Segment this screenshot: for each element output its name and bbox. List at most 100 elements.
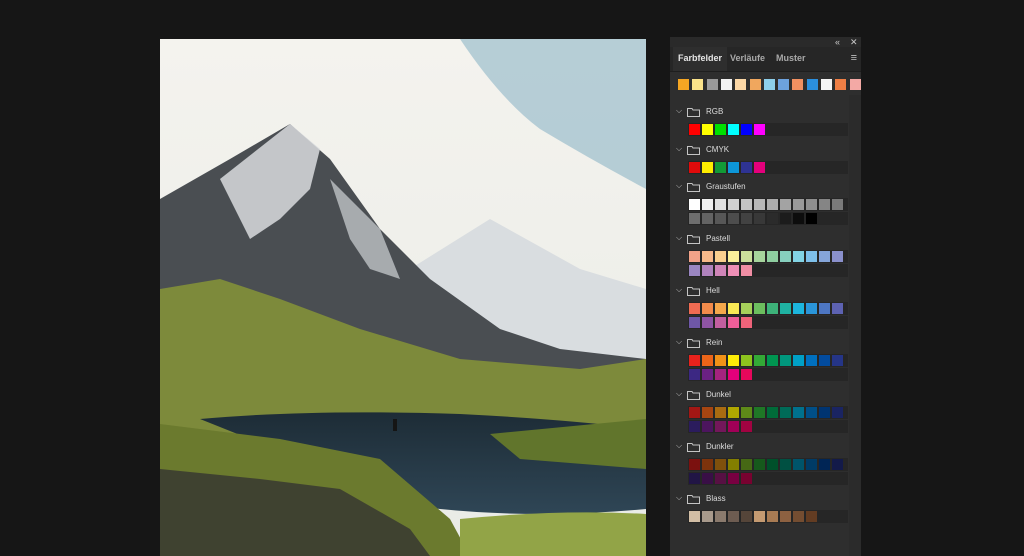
color-swatch[interactable] xyxy=(832,459,843,470)
color-swatch[interactable] xyxy=(689,162,700,173)
color-swatch[interactable] xyxy=(728,459,739,470)
color-swatch[interactable] xyxy=(793,407,804,418)
swatch-group-header[interactable]: ⌵ Hell xyxy=(670,284,861,300)
color-swatch[interactable] xyxy=(819,355,830,366)
swatch-group-header[interactable]: ⌵ Dunkel xyxy=(670,388,861,404)
color-swatch[interactable] xyxy=(702,199,713,210)
color-swatch[interactable] xyxy=(728,213,739,224)
color-swatch[interactable] xyxy=(728,199,739,210)
color-swatch[interactable] xyxy=(728,511,739,522)
color-swatch[interactable] xyxy=(689,199,700,210)
recent-swatch[interactable] xyxy=(706,79,718,90)
color-swatch[interactable] xyxy=(832,407,843,418)
chevron-down-icon[interactable]: ⌵ xyxy=(676,441,682,451)
panel-scrollbar[interactable] xyxy=(849,95,861,556)
color-swatch[interactable] xyxy=(754,407,765,418)
color-swatch[interactable] xyxy=(767,511,778,522)
color-swatch[interactable] xyxy=(715,317,726,328)
recent-swatch[interactable] xyxy=(749,79,761,90)
chevron-down-icon[interactable]: ⌵ xyxy=(676,106,682,116)
color-swatch[interactable] xyxy=(702,511,713,522)
color-swatch[interactable] xyxy=(767,213,778,224)
close-icon[interactable]: ✕ xyxy=(850,37,858,47)
document-canvas[interactable] xyxy=(160,39,646,556)
color-swatch[interactable] xyxy=(793,213,804,224)
color-swatch[interactable] xyxy=(702,213,713,224)
chevron-down-icon[interactable]: ⌵ xyxy=(676,337,682,347)
color-swatch[interactable] xyxy=(702,265,713,276)
color-swatch[interactable] xyxy=(715,459,726,470)
color-swatch[interactable] xyxy=(780,355,791,366)
color-swatch[interactable] xyxy=(806,511,817,522)
color-swatch[interactable] xyxy=(741,369,752,380)
color-swatch[interactable] xyxy=(689,124,700,135)
color-swatch[interactable] xyxy=(741,162,752,173)
color-swatch[interactable] xyxy=(728,421,739,432)
color-swatch[interactable] xyxy=(702,355,713,366)
color-swatch[interactable] xyxy=(793,355,804,366)
chevron-down-icon[interactable]: ⌵ xyxy=(676,181,682,191)
tab-muster[interactable]: Muster xyxy=(771,47,811,71)
color-swatch[interactable] xyxy=(767,199,778,210)
color-swatch[interactable] xyxy=(689,511,700,522)
color-swatch[interactable] xyxy=(806,199,817,210)
color-swatch[interactable] xyxy=(689,369,700,380)
swatch-group-header[interactable]: ⌵ CMYK xyxy=(670,143,861,159)
color-swatch[interactable] xyxy=(754,124,765,135)
color-swatch[interactable] xyxy=(702,317,713,328)
color-swatch[interactable] xyxy=(806,303,817,314)
color-swatch[interactable] xyxy=(754,303,765,314)
color-swatch[interactable] xyxy=(780,213,791,224)
color-swatch[interactable] xyxy=(689,459,700,470)
color-swatch[interactable] xyxy=(728,369,739,380)
color-swatch[interactable] xyxy=(767,459,778,470)
color-swatch[interactable] xyxy=(689,303,700,314)
color-swatch[interactable] xyxy=(780,199,791,210)
color-swatch[interactable] xyxy=(780,251,791,262)
color-swatch[interactable] xyxy=(715,213,726,224)
color-swatch[interactable] xyxy=(728,162,739,173)
color-swatch[interactable] xyxy=(689,213,700,224)
color-swatch[interactable] xyxy=(689,421,700,432)
color-swatch[interactable] xyxy=(715,162,726,173)
color-swatch[interactable] xyxy=(832,199,843,210)
color-swatch[interactable] xyxy=(741,213,752,224)
color-swatch[interactable] xyxy=(702,369,713,380)
color-swatch[interactable] xyxy=(715,355,726,366)
recent-swatch[interactable] xyxy=(778,79,790,90)
swatch-group-header[interactable]: ⌵ RGB xyxy=(670,105,861,121)
chevron-down-icon[interactable]: ⌵ xyxy=(676,233,682,243)
color-swatch[interactable] xyxy=(702,421,713,432)
color-swatch[interactable] xyxy=(741,407,752,418)
recent-swatch[interactable] xyxy=(692,79,704,90)
recent-swatch[interactable] xyxy=(821,79,832,90)
collapse-icon[interactable]: « xyxy=(835,37,840,47)
color-swatch[interactable] xyxy=(780,459,791,470)
tab-farbfelder[interactable]: Farbfelder xyxy=(673,47,728,71)
color-swatch[interactable] xyxy=(689,265,700,276)
panel-menu-icon[interactable]: ≡ xyxy=(851,52,857,64)
color-swatch[interactable] xyxy=(832,355,843,366)
color-swatch[interactable] xyxy=(741,459,752,470)
color-swatch[interactable] xyxy=(702,459,713,470)
color-swatch[interactable] xyxy=(689,355,700,366)
color-swatch[interactable] xyxy=(754,213,765,224)
color-swatch[interactable] xyxy=(728,355,739,366)
color-swatch[interactable] xyxy=(715,251,726,262)
recent-swatch[interactable] xyxy=(763,79,775,90)
color-swatch[interactable] xyxy=(741,511,752,522)
swatch-group-header[interactable]: ⌵ Dunkler xyxy=(670,440,861,456)
color-swatch[interactable] xyxy=(702,124,713,135)
color-swatch[interactable] xyxy=(767,355,778,366)
color-swatch[interactable] xyxy=(728,251,739,262)
color-swatch[interactable] xyxy=(819,459,830,470)
color-swatch[interactable] xyxy=(819,251,830,262)
color-swatch[interactable] xyxy=(728,317,739,328)
color-swatch[interactable] xyxy=(715,421,726,432)
recent-swatch[interactable] xyxy=(835,79,847,90)
color-swatch[interactable] xyxy=(715,199,726,210)
color-swatch[interactable] xyxy=(741,473,752,484)
color-swatch[interactable] xyxy=(754,459,765,470)
swatch-group-header[interactable]: ⌵ Blass xyxy=(670,492,861,508)
color-swatch[interactable] xyxy=(741,199,752,210)
